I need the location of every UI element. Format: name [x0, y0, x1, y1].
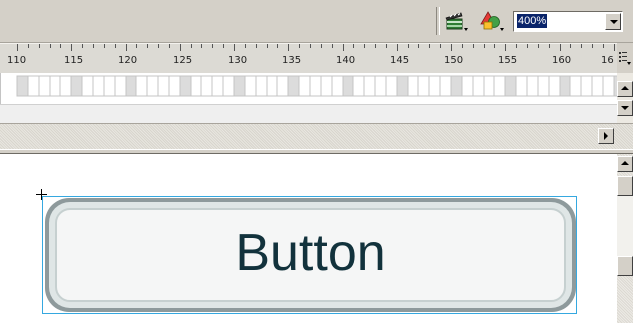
ruler-label: 115: [64, 55, 84, 66]
frame-cell: [483, 75, 496, 97]
frame-cell: [168, 75, 181, 97]
frame-cell: [179, 75, 192, 97]
timeline-frames[interactable]: [0, 73, 617, 104]
clapperboard-icon: [442, 9, 470, 33]
timeline-ruler[interactable]: 110 115 120 125 130 135 140 145 150 155 …: [0, 43, 617, 73]
ruler-label: 150: [444, 55, 464, 66]
frame-cell: [439, 75, 452, 97]
timeline-horizontal-scrollbar[interactable]: [0, 123, 633, 149]
ruler-label: 130: [228, 55, 248, 66]
frame-cell: [146, 75, 159, 97]
frame-cell: [27, 75, 40, 97]
frame-cell: [396, 75, 409, 97]
frame-grid: [16, 75, 617, 97]
frame-cell: [92, 75, 105, 97]
frame-cell: [450, 75, 463, 97]
frame-cell: [504, 75, 517, 97]
button-symbol[interactable]: Button: [45, 198, 576, 312]
frame-cell: [298, 75, 311, 97]
frame-cell: [493, 75, 506, 97]
frame-cell: [548, 75, 561, 97]
frame-cell: [222, 75, 235, 97]
zoom-value[interactable]: 400%: [517, 14, 548, 28]
ruler-label: 120: [118, 55, 138, 66]
frame-cell: [49, 75, 62, 97]
ruler-label: 160: [552, 55, 572, 66]
button-face: Button: [55, 208, 566, 302]
scroll-down-icon[interactable]: [617, 100, 633, 116]
zoom-select[interactable]: 400%: [513, 11, 623, 32]
frame-cell: [417, 75, 430, 97]
frame-view-menu-icon[interactable]: [618, 46, 632, 68]
scroll-thumb-top[interactable]: [617, 176, 633, 196]
frame-cell: [233, 75, 246, 97]
frame-cell: [407, 75, 420, 97]
frame-cell: [38, 75, 51, 97]
scroll-thumb-bottom[interactable]: [617, 256, 633, 276]
frame-cell: [255, 75, 268, 97]
frame-cell: [569, 75, 582, 97]
toolbar-separator: [436, 7, 440, 35]
frame-cell: [331, 75, 344, 97]
button-ring: Button: [49, 202, 572, 308]
frame-cell: [526, 75, 539, 97]
frame-cell: [591, 75, 604, 97]
chevron-down-icon[interactable]: [605, 13, 621, 30]
scroll-up-icon[interactable]: [617, 156, 633, 172]
frame-cell: [428, 75, 441, 97]
frame-cell: [287, 75, 300, 97]
edit-scene-button[interactable]: [442, 9, 470, 33]
frame-cell: [81, 75, 94, 97]
frame-cell: [16, 75, 29, 97]
frame-cell: [363, 75, 376, 97]
button-label: Button: [235, 224, 386, 282]
frame-cell: [537, 75, 550, 97]
frame-cell: [602, 75, 615, 97]
frame-cell: [103, 75, 116, 97]
frame-cell: [200, 75, 213, 97]
frame-cell: [114, 75, 127, 97]
shapes-icon: [478, 9, 506, 33]
frame-cell: [559, 75, 572, 97]
frame-cell: [244, 75, 257, 97]
timeline-vertical-scrollbar[interactable]: [617, 73, 633, 123]
frame-cell: [276, 75, 289, 97]
frame-cell: [135, 75, 148, 97]
frame-cell: [385, 75, 398, 97]
edit-symbols-button[interactable]: [478, 9, 506, 33]
frame-cell: [515, 75, 528, 97]
frame-cell: [342, 75, 355, 97]
frame-cell: [125, 75, 138, 97]
frame-cell: [59, 75, 72, 97]
frame-cell: [266, 75, 279, 97]
frame-cell: [211, 75, 224, 97]
ruler-ticks: [17, 44, 615, 51]
edit-bar: 400%: [0, 0, 633, 43]
frame-cell: [374, 75, 387, 97]
frame-cell: [157, 75, 170, 97]
ruler-label: 140: [336, 55, 356, 66]
frame-cell: [580, 75, 593, 97]
frame-cell: [190, 75, 203, 97]
frame-cell: [472, 75, 485, 97]
ruler-label: 110: [7, 55, 27, 66]
frame-cell: [461, 75, 474, 97]
timeline-empty-row: [0, 104, 617, 123]
ruler-label: 145: [390, 55, 410, 66]
ruler-label: 125: [173, 55, 193, 66]
ruler-label: 155: [498, 55, 518, 66]
stage[interactable]: Button: [0, 154, 617, 323]
frame-cell: [352, 75, 365, 97]
scroll-right-icon[interactable]: [598, 128, 614, 144]
scroll-up-icon[interactable]: [617, 81, 633, 97]
frame-cell: [70, 75, 83, 97]
scroll-thumb[interactable]: [617, 176, 633, 276]
ruler-label: 16: [601, 55, 614, 66]
ruler-label: 135: [282, 55, 302, 66]
frame-cell: [320, 75, 333, 97]
frame-cell: [309, 75, 322, 97]
stage-vertical-scrollbar[interactable]: [617, 154, 633, 323]
